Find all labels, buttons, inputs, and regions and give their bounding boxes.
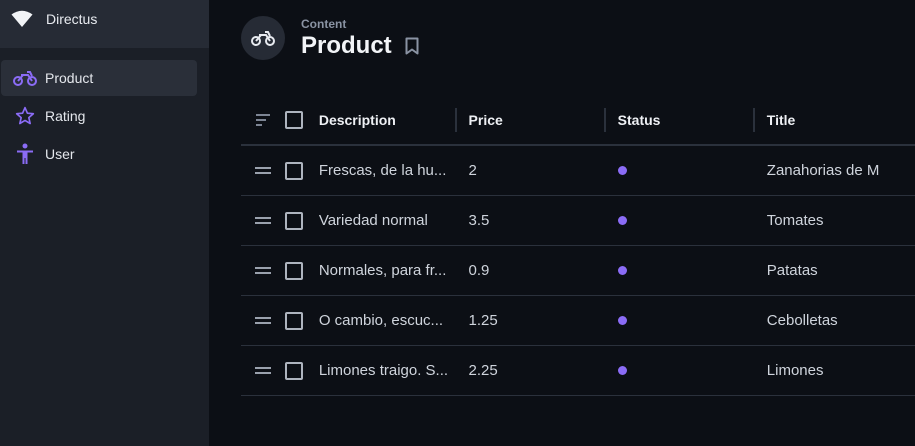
column-header-description[interactable]: Description [319,112,396,128]
sidebar-item-label: Rating [45,108,86,124]
row-checkbox[interactable] [285,311,304,330]
sidebar-item-label: Product [45,70,94,86]
sidebar-item-user[interactable]: User [1,136,197,172]
sort-icon[interactable] [256,114,271,126]
column-header-title[interactable]: Title [767,112,796,128]
bookmark-icon[interactable] [402,36,422,56]
status-dot-icon [617,316,627,325]
star-icon [13,104,37,128]
status-dot-icon [617,216,627,225]
table-row[interactable]: Frescas, de la hu... 2 Zanahorias de M [241,146,915,196]
row-checkbox[interactable] [285,361,304,380]
status-dot-icon [617,166,627,175]
status-dot-icon [617,266,627,275]
table-row[interactable]: O cambio, escuc... 1.25 Cebolletas [241,296,915,346]
sidebar-item-label: User [45,146,75,162]
collection-nav: Product Rating User [0,48,209,172]
column-header-status[interactable]: Status [618,112,661,128]
cell-title: Cebolletas [766,312,838,329]
drag-handle-icon[interactable] [255,167,272,174]
sidebar: Directus Product Rating User [0,0,209,446]
row-checkbox[interactable] [285,261,304,280]
items-table: Description Price Status Title Frescas, … [241,96,915,396]
breadcrumb[interactable]: Content [301,17,422,31]
main-content: Content Product Description Price Status… [209,0,915,446]
sidebar-item-product[interactable]: Product [1,60,197,96]
page-header: Content Product [241,16,422,60]
drag-handle-icon[interactable] [255,267,272,274]
cell-price: 0.9 [468,262,490,279]
select-all-checkbox[interactable] [285,111,304,129]
project-name: Directus [46,11,98,27]
row-checkbox[interactable] [285,161,304,180]
cell-price: 3.5 [468,212,490,229]
table-row[interactable]: Limones traigo. S... 2.25 Limones [241,346,915,396]
project-header[interactable]: Directus [0,0,209,48]
cell-title: Patatas [766,262,818,279]
status-dot-icon [617,366,627,375]
wifi-icon [10,7,34,31]
column-header-price[interactable]: Price [469,112,503,128]
table-header: Description Price Status Title [241,96,915,146]
cell-description: O cambio, escuc... [318,312,444,329]
cell-description: Normales, para fr... [318,262,447,279]
cell-price: 2 [468,162,477,179]
drag-handle-icon[interactable] [255,217,272,224]
row-checkbox[interactable] [285,211,304,230]
accessibility-icon [13,142,37,166]
cell-description: Limones traigo. S... [318,362,449,379]
app-window: Directus Product Rating User Content Pro… [0,0,915,446]
drag-handle-icon[interactable] [255,367,272,374]
motorcycle-icon [13,66,37,90]
cell-description: Variedad normal [318,212,428,229]
cell-price: 2.25 [468,362,498,379]
cell-title: Tomates [766,212,824,229]
drag-handle-icon[interactable] [255,317,272,324]
page-title: Product [301,31,392,59]
sidebar-item-rating[interactable]: Rating [1,98,197,134]
cell-price: 1.25 [468,312,498,329]
motorcycle-icon [241,16,285,60]
table-row[interactable]: Normales, para fr... 0.9 Patatas [241,246,915,296]
cell-description: Frescas, de la hu... [318,162,447,179]
cell-title: Limones [766,362,824,379]
cell-title: Zanahorias de M [766,162,880,179]
table-row[interactable]: Variedad normal 3.5 Tomates [241,196,915,246]
